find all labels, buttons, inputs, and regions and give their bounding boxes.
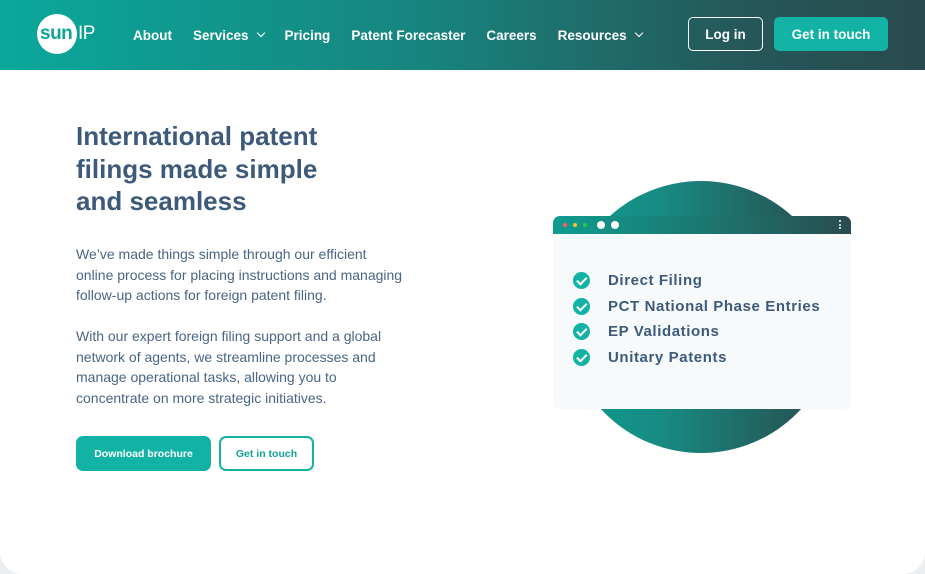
hero-paragraph-2: With our expert foreign filing support a… xyxy=(76,326,431,409)
paragraph-line: manage operational tasks, allowing you t… xyxy=(76,369,337,386)
feature-label: Unitary Patents xyxy=(608,348,728,366)
nav-item-label: Resources xyxy=(557,27,627,43)
headline-line: filings made simple xyxy=(76,153,318,184)
paragraph-line: With our expert foreign filing support a… xyxy=(76,328,382,344)
logo-text-ip: IP xyxy=(78,23,95,44)
nav-item-label: Careers xyxy=(486,27,537,43)
check-circle-icon xyxy=(573,271,590,289)
nav-item-services[interactable]: Services xyxy=(192,27,265,43)
feature-item: EP Validations xyxy=(573,321,720,341)
kebab-menu-icon xyxy=(839,220,841,230)
headline-line: International patent xyxy=(76,121,318,151)
nav-item-label: Pricing xyxy=(284,27,331,43)
nav-item-patent-forecaster[interactable]: Patent Forecaster xyxy=(351,28,465,43)
chevron-down-icon xyxy=(256,28,265,38)
logo[interactable]: sun IP xyxy=(37,14,99,54)
paragraph-line: concentrate on more strategic initiative… xyxy=(76,390,327,407)
hero-paragraph-1: We’ve made things simple through our eff… xyxy=(76,244,431,306)
paragraph-line: network of agents, we streamline process… xyxy=(76,348,376,365)
page: sun IP About Services Pricing Patent For… xyxy=(0,0,925,574)
feature-list-panel: Direct Filing PCT National Phase Entries… xyxy=(553,234,851,409)
browser-titlebar xyxy=(553,216,851,234)
feature-label: PCT National Phase Entries xyxy=(608,297,821,315)
headline-line: and seamless xyxy=(76,186,247,216)
browser-back-icon xyxy=(597,221,605,229)
feature-item: Unitary Patents xyxy=(573,347,727,367)
feature-label: EP Validations xyxy=(608,322,720,340)
feature-label: Direct Filing xyxy=(608,271,703,289)
paragraph-line: online process for placing instructions … xyxy=(76,266,403,283)
logo-text-sun: sun xyxy=(40,23,73,44)
feature-item: Direct Filing xyxy=(573,270,702,290)
login-button[interactable]: Log in xyxy=(688,17,763,51)
nav-item-label: Patent Forecaster xyxy=(351,27,466,43)
browser-forward-icon xyxy=(611,221,619,229)
hero-headline: International patent filings made simple… xyxy=(76,120,376,218)
nav-item-resources[interactable]: Resources xyxy=(557,27,643,43)
nav-item-label: About xyxy=(133,27,172,43)
get-in-touch-nav-button[interactable]: Get in touch xyxy=(774,17,888,51)
chevron-down-icon xyxy=(634,28,643,38)
check-circle-icon xyxy=(573,348,590,366)
top-nav: sun IP About Services Pricing Patent For… xyxy=(0,0,925,70)
nav-item-careers[interactable]: Careers xyxy=(486,28,536,43)
nav-item-label: Services xyxy=(192,27,249,43)
check-circle-icon xyxy=(573,322,590,340)
nav-item-about[interactable]: About xyxy=(133,28,172,43)
main-menu: About Services Pricing Patent Forecaster… xyxy=(133,25,663,45)
get-in-touch-button[interactable]: Get in touch xyxy=(219,436,314,471)
window-minimize-dot-icon xyxy=(573,223,577,227)
download-brochure-button[interactable]: Download brochure xyxy=(76,436,211,471)
window-maximize-dot-icon xyxy=(583,223,587,227)
check-circle-icon xyxy=(573,297,590,315)
nav-item-pricing[interactable]: Pricing xyxy=(285,28,331,43)
paragraph-line: follow-up actions for foreign patent fil… xyxy=(76,287,327,304)
paragraph-line: We’ve made things simple through our eff… xyxy=(76,246,367,262)
window-close-dot-icon xyxy=(563,223,567,227)
feature-item: PCT National Phase Entries xyxy=(573,296,820,316)
browser-mockup: Direct Filing PCT National Phase Entries… xyxy=(553,216,851,409)
